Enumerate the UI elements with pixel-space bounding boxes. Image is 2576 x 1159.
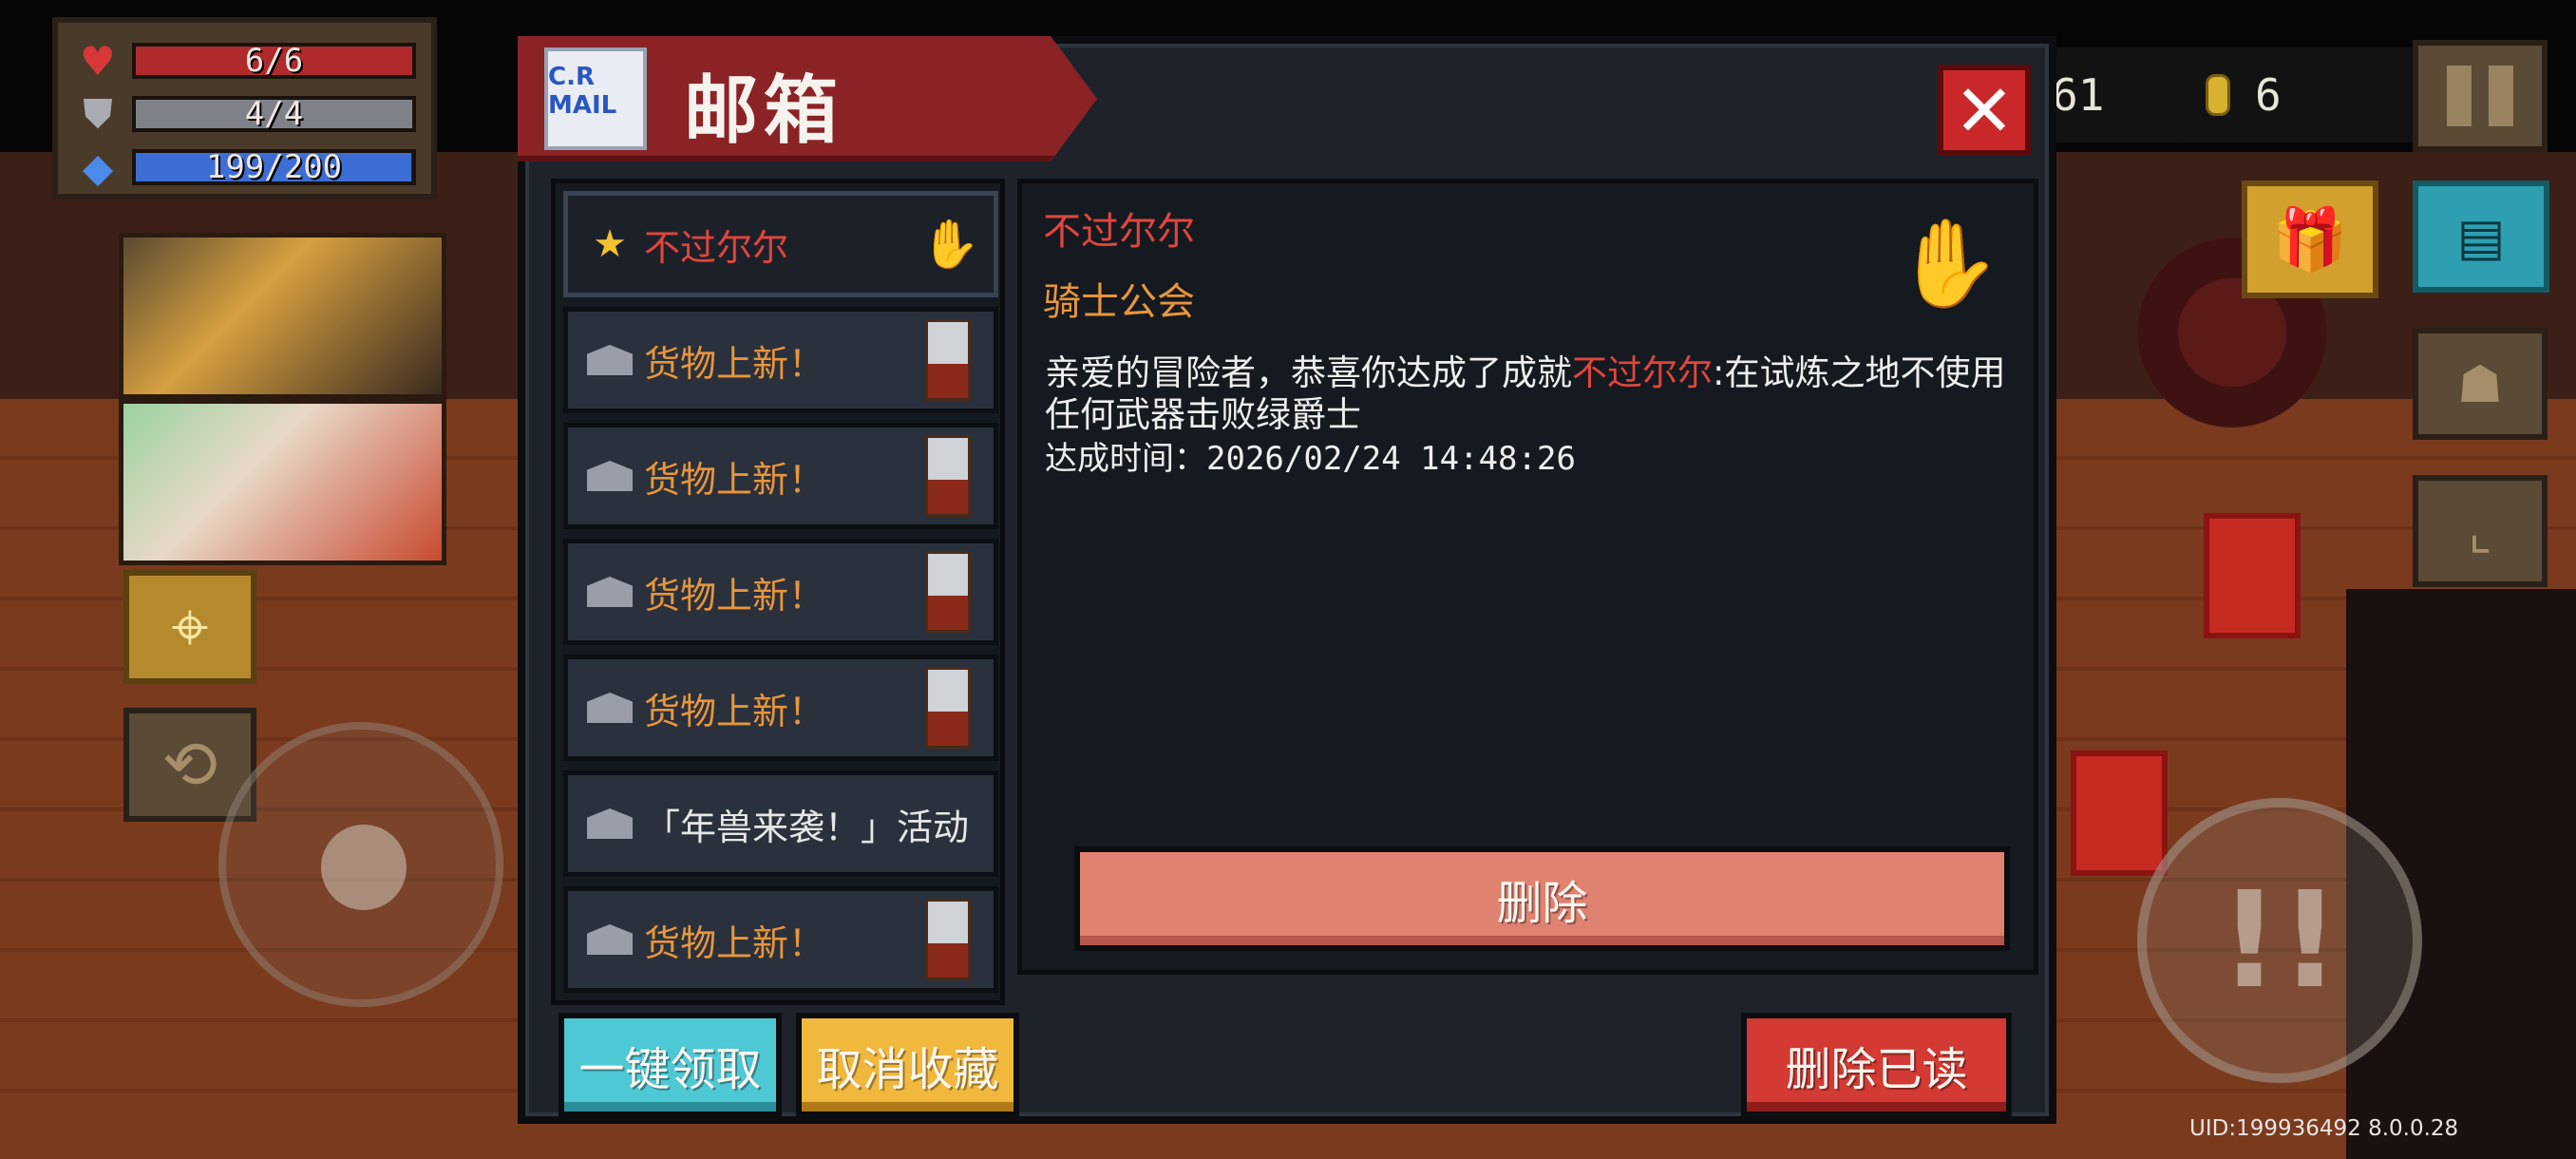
shop-button[interactable]: ▤ [2413, 180, 2549, 293]
coin-counter: 6 [2177, 48, 2424, 142]
mail-detail-body: 亲爱的冒险者，恭喜你达成了成就不过尔尔:在试炼之地不使用任何武器击败绿爵士 [1045, 352, 2015, 436]
robot-icon [925, 899, 971, 980]
gem-counter: 61 [2033, 48, 2194, 142]
mail-detail-sender: 骑士公会 [1043, 280, 1195, 324]
envelope-icon [581, 345, 638, 375]
mail-item-label: 货物上新！ [644, 342, 825, 385]
energy-row: ◆ 199/200 [73, 142, 416, 192]
delete-button[interactable]: 删除 [1074, 846, 2010, 951]
mail-detail-title: 不过尔尔 [1043, 210, 1195, 254]
uid-version: UID:199936492 8.0.0.28 [2189, 1116, 2459, 1141]
mail-item-label: 货物上新！ [644, 458, 825, 501]
achievement-time: 达成时间：2026/02/24 14:48:26 [1045, 440, 1576, 478]
envelope-icon [581, 808, 638, 839]
player-stats-panel: ♥ 6/6 ⛊ 4/4 ◆ 199/200 [52, 17, 437, 200]
health-bar: 6/6 [132, 42, 416, 80]
envelope-icon [581, 461, 638, 491]
profile-icon: ☗ [2456, 353, 2504, 414]
mail-item[interactable]: 货物上新！ [563, 307, 998, 413]
joystick-knob[interactable] [321, 825, 407, 910]
star-icon: ★ [593, 222, 627, 266]
delete-read-button[interactable]: 删除已读 [1741, 1013, 2012, 1117]
robot-icon [925, 551, 971, 633]
mailbox-title-banner: C.R MAIL 邮箱 [518, 36, 1097, 162]
mail-item[interactable]: ★ 不过尔尔 ✋ [563, 191, 998, 297]
heart-icon: ♥ [80, 37, 116, 85]
body-highlight: 不过尔尔 [1572, 352, 1713, 393]
robot-icon [925, 319, 971, 401]
mail-item-label: 货物上新！ [644, 690, 825, 732]
mail-item-label: 货物上新！ [644, 574, 825, 617]
location-pin-icon: ⌖ [171, 587, 209, 666]
stairs-button[interactable]: ⌞ [2413, 475, 2548, 587]
gem-count: 61 [2052, 69, 2105, 121]
mail-item[interactable]: 货物上新！ [563, 423, 998, 529]
robot-icon [925, 667, 971, 749]
armor-bar: 4/4 [132, 95, 416, 133]
mail-item[interactable]: 货物上新！ [563, 886, 998, 993]
envelope-icon [581, 577, 638, 607]
mail-item-label: 「年兽来袭！」活动 [644, 806, 970, 848]
armor-value: 4/4 [244, 95, 304, 133]
mail-item[interactable]: 「年兽来袭！」活动 [563, 770, 998, 877]
shield-icon: ⛊ [83, 90, 113, 137]
event-banner-characters[interactable] [119, 233, 446, 399]
coin-icon [2206, 74, 2230, 116]
swap-icon: ⟲ [161, 726, 218, 804]
gift-button[interactable]: 🎁 [2242, 180, 2378, 298]
energy-value: 199/200 [205, 148, 343, 186]
pause-icon-bar [2489, 66, 2513, 126]
event-banner-hero[interactable] [119, 399, 446, 565]
mailbox-dialog: C.R MAIL 邮箱 ✕ ★ 不过尔尔 ✋ 货物上新！ 货物上新！ 货物上新！ [518, 36, 2056, 1124]
mail-item[interactable]: 货物上新！ [563, 539, 998, 645]
profile-button[interactable]: ☗ [2413, 328, 2548, 440]
envelope-icon [581, 924, 638, 955]
energy-bar: 199/200 [132, 148, 416, 186]
coin-count: 6 [2255, 69, 2282, 121]
shop-icon: ▤ [2456, 206, 2506, 267]
mail-list[interactable]: ★ 不过尔尔 ✋ 货物上新！ 货物上新！ 货物上新！ 货物上新！ 「年兽来袭！」… [551, 179, 1005, 1005]
attack-icon: !! [2219, 863, 2340, 1018]
body-prefix: 亲爱的冒险者，恭喜你达成了成就 [1045, 352, 1572, 393]
green-hand-icon: ✋ [920, 216, 981, 272]
red-lantern [2071, 750, 2168, 876]
mail-envelope-icon: C.R MAIL [544, 48, 647, 150]
armor-row: ⛊ 4/4 [73, 89, 416, 139]
envelope-label: C.R MAIL [548, 63, 617, 120]
claim-all-button[interactable]: 一键领取 [559, 1013, 782, 1117]
gift-icon: 🎁 [2272, 204, 2348, 276]
mail-item[interactable]: 货物上新！ [563, 655, 998, 761]
energy-crystal-icon: ◆ [82, 143, 114, 191]
movement-joystick[interactable] [218, 722, 503, 1007]
mailbox-title: 邮箱 [684, 68, 844, 154]
close-icon: ✕ [1954, 67, 2015, 153]
envelope-icon [581, 693, 638, 723]
mail-item-label: 货物上新！ [644, 922, 825, 964]
pause-icon [2447, 66, 2472, 126]
mail-item-label: 不过尔尔 [644, 226, 789, 269]
health-value: 6/6 [244, 42, 304, 80]
close-button[interactable]: ✕ [1938, 65, 2031, 156]
pause-button[interactable] [2413, 40, 2548, 152]
green-hand-icon: ✋ [1894, 213, 2002, 314]
robot-icon [925, 435, 971, 517]
location-pin-button[interactable]: ⌖ [123, 570, 256, 684]
red-lantern [2204, 513, 2301, 638]
attack-button[interactable]: !! [2137, 798, 2422, 1083]
stairs-icon: ⌞ [2468, 501, 2492, 561]
health-row: ♥ 6/6 [73, 36, 416, 86]
unfavorite-button[interactable]: 取消收藏 [796, 1013, 1019, 1117]
